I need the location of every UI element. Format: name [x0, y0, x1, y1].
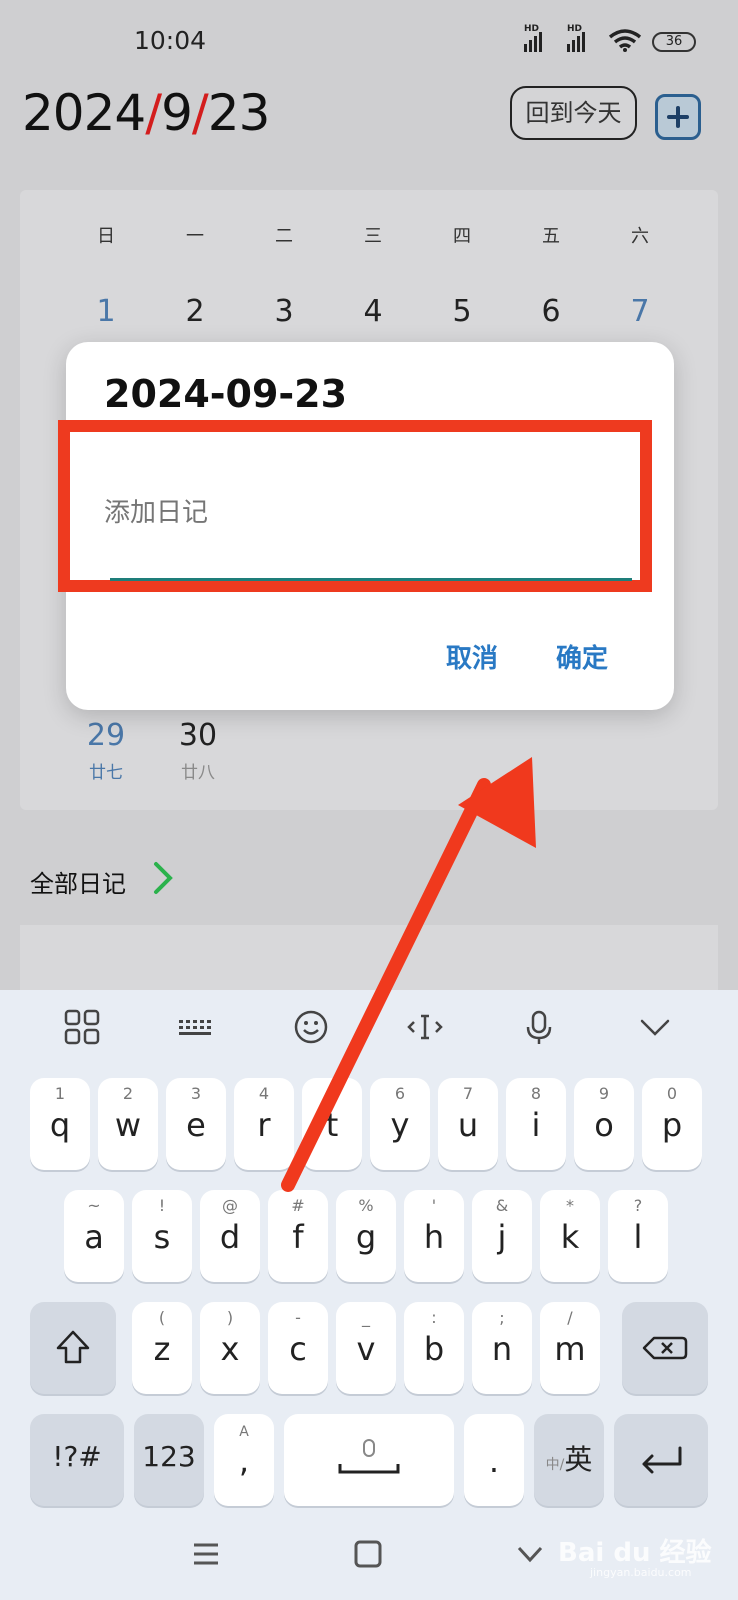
enter-key[interactable] [614, 1414, 708, 1506]
symbols-key[interactable]: !?# [30, 1414, 124, 1506]
microphone-icon[interactable] [516, 1004, 562, 1050]
signal-icon: HD [567, 24, 585, 52]
keyboard-icon[interactable] [173, 1004, 219, 1050]
add-diary-dialog: 2024-09-23 取消 确定 [58, 342, 674, 710]
lunar-date: 廿七 [89, 763, 123, 783]
key-a[interactable]: ~ a [64, 1190, 124, 1282]
highlight-box [58, 420, 652, 592]
calendar-day[interactable]: 4 [343, 294, 403, 329]
backspace-icon [642, 1336, 688, 1360]
key-o[interactable]: 9o [574, 1078, 634, 1170]
weekday-label: 日 [97, 226, 115, 247]
key-b[interactable]: :b [404, 1302, 464, 1394]
key-j[interactable]: & j [472, 1190, 532, 1282]
status-bar: 10:04 HD HD 36 [0, 0, 738, 80]
space-key[interactable] [284, 1414, 454, 1506]
key-v[interactable]: _ v [336, 1302, 396, 1394]
key-i[interactable]: 8i [506, 1078, 566, 1170]
home-icon[interactable] [352, 1538, 384, 1570]
key-u[interactable]: 7u [438, 1078, 498, 1170]
status-time: 10:04 [134, 26, 207, 55]
weekday-label: 四 [453, 226, 471, 247]
shift-icon [56, 1330, 90, 1364]
menu-icon[interactable] [190, 1538, 222, 1570]
chevron-right-icon[interactable] [148, 858, 178, 898]
back-icon[interactable] [514, 1538, 546, 1570]
key-z[interactable]: (z [132, 1302, 192, 1394]
key-d[interactable]: @ d [200, 1190, 260, 1282]
all-diary-link[interactable]: 全部日记 [30, 864, 126, 899]
calendar-day[interactable]: 2 [165, 294, 225, 329]
lunar-date: 廿八 [181, 763, 215, 783]
key-h[interactable]: ' h [404, 1190, 464, 1282]
key-e[interactable]: 3e [166, 1078, 226, 1170]
key-s[interactable]: ! s [132, 1190, 192, 1282]
chevron-down-icon[interactable] [632, 1004, 678, 1050]
calendar-day[interactable]: 1 [76, 294, 136, 329]
emoji-icon[interactable] [288, 1004, 334, 1050]
page-title: 2024/9/23 [22, 84, 270, 142]
cursor-icon[interactable] [402, 1004, 448, 1050]
dialog-title: 2024-09-23 [104, 372, 348, 416]
confirm-button[interactable]: 确定 [556, 638, 608, 675]
back-to-today-button[interactable]: 回到今天 [510, 86, 637, 140]
period-key[interactable]: . [464, 1414, 524, 1506]
key-n[interactable]: ; n [472, 1302, 532, 1394]
signal-icon: HD [524, 24, 542, 52]
numbers-key[interactable]: 123 [134, 1414, 204, 1506]
weekday-label: 五 [542, 226, 560, 247]
comma-key[interactable]: A , [214, 1414, 274, 1506]
key-q[interactable]: 1q [30, 1078, 90, 1170]
space-icon [338, 1439, 400, 1474]
key-c[interactable]: -c [268, 1302, 328, 1394]
enter-icon [642, 1446, 682, 1474]
calendar-day[interactable]: 6 [521, 294, 581, 329]
key-f[interactable]: # f [268, 1190, 328, 1282]
weekday-label: 二 [275, 226, 293, 247]
key-g[interactable]: % g [336, 1190, 396, 1282]
key-w[interactable]: 2w [98, 1078, 158, 1170]
key-p[interactable]: 0p [642, 1078, 702, 1170]
shift-key[interactable] [30, 1302, 116, 1394]
cancel-button[interactable]: 取消 [446, 638, 498, 675]
calendar-day[interactable]: 7 [610, 294, 670, 329]
key-m[interactable]: / m [540, 1302, 600, 1394]
calendar-day[interactable]: 5 [432, 294, 492, 329]
backspace-key[interactable] [622, 1302, 708, 1394]
key-y[interactable]: 6y [370, 1078, 430, 1170]
input-underline [110, 578, 632, 581]
weekday-label: 三 [364, 226, 382, 247]
calendar-day[interactable]: 29 [76, 718, 136, 753]
weekday-label: 六 [631, 226, 649, 247]
wifi-icon [608, 29, 642, 52]
watermark-logo: Bai du 经验 [558, 1538, 712, 1568]
add-icon[interactable] [655, 94, 701, 140]
calendar-day[interactable]: 30 [168, 718, 228, 753]
key-k[interactable]: * k [540, 1190, 600, 1282]
battery-icon: 36 [652, 32, 696, 52]
language-switch-key[interactable]: 中/英 [534, 1414, 604, 1506]
key-x[interactable]: ) x [200, 1302, 260, 1394]
key-t[interactable]: 5t [302, 1078, 362, 1170]
key-l[interactable]: ? l [608, 1190, 668, 1282]
weekday-label: 一 [186, 226, 204, 247]
key-r[interactable]: 4r [234, 1078, 294, 1170]
calendar-day[interactable]: 3 [254, 294, 314, 329]
watermark-url: jingyan.baidu.com [590, 1566, 692, 1579]
apps-icon[interactable] [59, 1004, 105, 1050]
diary-input[interactable] [104, 432, 610, 574]
